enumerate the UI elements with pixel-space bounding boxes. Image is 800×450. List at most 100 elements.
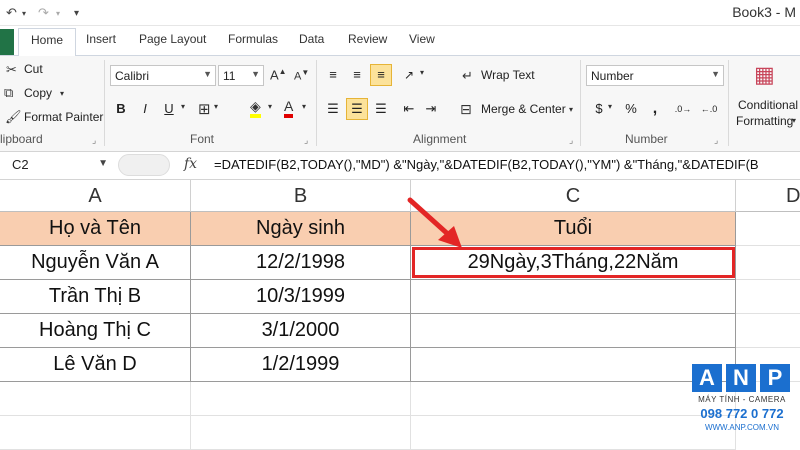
table-cell[interactable]: 10/3/1999 (191, 280, 411, 314)
copy-icon[interactable]: ⧉ (4, 85, 13, 101)
align-center-icon[interactable]: ☰ (346, 98, 368, 120)
wrap-text-icon[interactable]: ↵ (462, 68, 473, 84)
orientation-dropdown-icon[interactable]: ▾ (420, 68, 424, 77)
table-header-cell[interactable]: Ngày sinh (191, 212, 411, 246)
table-cell[interactable]: Nguyễn Văn A (0, 246, 191, 280)
tab-review[interactable]: Review (348, 32, 387, 46)
formula-bar-handle[interactable] (118, 154, 170, 176)
chevron-down-icon[interactable]: ▼ (251, 69, 260, 79)
empty-cell[interactable] (411, 382, 736, 416)
table-cell[interactable] (411, 348, 736, 382)
merge-dropdown-icon[interactable]: ▾ (569, 105, 573, 114)
bold-button[interactable]: B (110, 98, 132, 120)
tab-home[interactable]: Home (18, 28, 77, 57)
fill-color-icon[interactable]: ◈ (250, 98, 261, 118)
format-painter-button[interactable]: Format Painter (24, 110, 103, 124)
table-cell[interactable]: 1/2/1999 (191, 348, 411, 382)
table-cell[interactable]: Trần Thị B (0, 280, 191, 314)
table-header-cell[interactable]: Họ và Tên (0, 212, 191, 246)
formula-input[interactable]: =DATEDIF(B2,TODAY(),"MD") &"Ngày,"&DATED… (214, 157, 759, 172)
conditional-formatting-dropdown-icon[interactable]: ▾ (792, 116, 796, 125)
merge-center-button[interactable]: Merge & Center (481, 102, 566, 116)
name-box[interactable]: C2 ▼ (6, 155, 110, 176)
align-top-icon[interactable]: ≡ (322, 64, 344, 86)
fill-color-dropdown-icon[interactable]: ▾ (268, 102, 272, 111)
annotation-arrow-icon (407, 197, 462, 248)
orientation-icon[interactable]: ↗ (398, 64, 420, 86)
increase-font-icon[interactable]: A▲ (270, 67, 287, 82)
align-right-icon[interactable]: ☰ (370, 98, 392, 120)
chevron-down-icon[interactable]: ▼ (203, 69, 212, 79)
clipboard-launcher-icon[interactable]: ⌟ (92, 135, 96, 146)
tab-view[interactable]: View (409, 32, 435, 46)
empty-cell[interactable] (0, 382, 191, 416)
empty-cell[interactable] (736, 280, 800, 314)
align-left-icon[interactable]: ☰ (322, 98, 344, 120)
currency-button[interactable]: $ (588, 98, 610, 120)
font-size-value: 11 (223, 69, 236, 83)
column-header-b[interactable]: B (191, 180, 411, 212)
cut-button[interactable]: Cut (24, 62, 43, 76)
conditional-formatting-label-1[interactable]: Conditional (738, 98, 798, 112)
table-cell[interactable]: 12/2/1998 (191, 246, 411, 280)
underline-button[interactable]: U (158, 98, 180, 120)
increase-indent-icon[interactable]: ⇥ (420, 98, 442, 120)
decrease-font-icon[interactable]: A▼ (294, 68, 309, 83)
tab-formulas[interactable]: Formulas (228, 32, 278, 46)
increase-decimal-icon[interactable]: .0→ (672, 98, 694, 120)
tab-page-layout[interactable]: Page Layout (139, 32, 206, 46)
tab-data[interactable]: Data (299, 32, 324, 46)
comma-button[interactable]: , (644, 98, 666, 120)
table-cell[interactable]: 3/1/2000 (191, 314, 411, 348)
chevron-down-icon[interactable]: ▼ (98, 158, 108, 169)
borders-icon[interactable]: ⊞ (198, 100, 211, 118)
currency-dropdown-icon[interactable]: ▾ (608, 102, 612, 111)
tab-insert[interactable]: Insert (86, 32, 116, 46)
font-size-combo[interactable]: 11 ▼ (218, 65, 264, 86)
align-bottom-icon[interactable]: ≡ (370, 64, 392, 86)
decrease-decimal-icon[interactable]: ←.0 (698, 98, 720, 120)
scissors-icon[interactable]: ✂ (6, 62, 17, 78)
column-header-d[interactable]: D (736, 180, 800, 212)
empty-cell[interactable] (736, 314, 800, 348)
copy-button[interactable]: Copy (24, 86, 52, 100)
conditional-formatting-label-2[interactable]: Formatting (736, 114, 793, 128)
empty-cell[interactable] (0, 416, 191, 450)
align-middle-icon[interactable]: ≡ (346, 64, 368, 86)
empty-cell[interactable] (736, 212, 800, 246)
chevron-down-icon[interactable]: ▼ (711, 69, 720, 79)
undo-icon[interactable]: ↶ (6, 5, 17, 21)
empty-cell[interactable] (191, 382, 411, 416)
font-launcher-icon[interactable]: ⌟ (304, 135, 308, 146)
empty-cell[interactable] (736, 246, 800, 280)
number-launcher-icon[interactable]: ⌟ (714, 135, 718, 146)
italic-button[interactable]: I (134, 98, 156, 120)
conditional-formatting-icon[interactable]: ▦ (754, 62, 775, 88)
decrease-indent-icon[interactable]: ⇤ (398, 98, 420, 120)
table-cell[interactable]: Hoàng Thị C (0, 314, 191, 348)
empty-cell[interactable] (411, 416, 736, 450)
underline-dropdown-icon[interactable]: ▾ (181, 102, 185, 111)
percent-button[interactable]: % (620, 98, 642, 120)
table-cell[interactable] (411, 314, 736, 348)
insert-function-icon[interactable]: fx (184, 156, 197, 172)
copy-dropdown-icon[interactable]: ▾ (60, 89, 64, 98)
column-header-a[interactable]: A (0, 180, 191, 212)
table-cell[interactable] (411, 280, 736, 314)
format-painter-icon[interactable]: 🖌 (5, 109, 22, 125)
wrap-text-button[interactable]: Wrap Text (481, 68, 535, 82)
borders-dropdown-icon[interactable]: ▾ (214, 102, 218, 111)
font-color-dropdown-icon[interactable]: ▾ (302, 102, 306, 111)
number-format-combo[interactable]: Number ▼ (586, 65, 724, 86)
undo-dropdown-icon[interactable]: ▾ (22, 9, 26, 18)
customize-qat-icon[interactable]: ▾ (74, 8, 79, 19)
tab-file[interactable] (0, 29, 14, 55)
alignment-launcher-icon[interactable]: ⌟ (569, 135, 573, 146)
font-color-icon[interactable]: A (284, 98, 294, 118)
empty-cell[interactable] (191, 416, 411, 450)
font-name-combo[interactable]: Calibri ▼ (110, 65, 216, 86)
redo-icon[interactable]: ↷ (38, 5, 49, 21)
merge-center-icon[interactable]: ⊟ (460, 101, 472, 118)
table-cell[interactable]: Lê Văn D (0, 348, 191, 382)
redo-dropdown-icon[interactable]: ▾ (56, 9, 60, 18)
